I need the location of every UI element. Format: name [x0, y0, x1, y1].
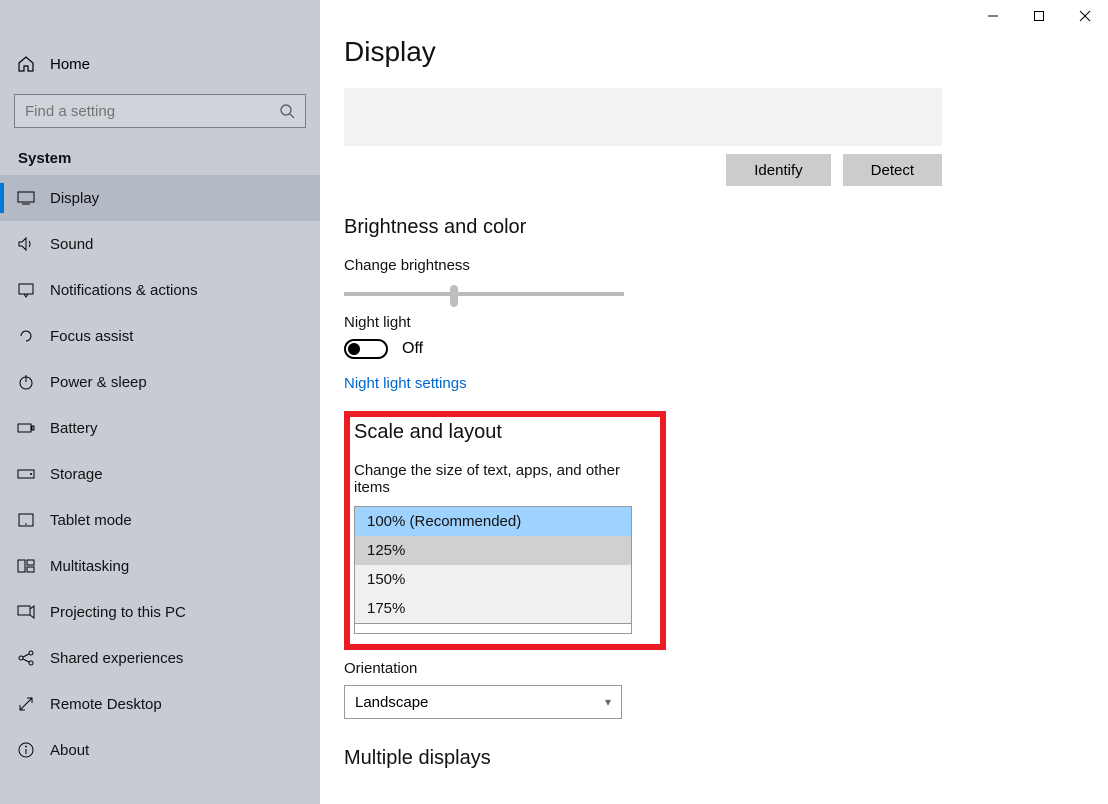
scale-dropdown-field[interactable]: [354, 624, 632, 634]
toggle-knob: [348, 343, 360, 355]
sidebar: Home System Display Sound Notifications …: [0, 0, 320, 804]
sidebar-item-label: Storage: [50, 466, 103, 483]
orientation-select[interactable]: Landscape ▾: [344, 685, 622, 719]
sound-icon: [16, 235, 36, 253]
sidebar-home[interactable]: Home: [0, 44, 320, 84]
sidebar-item-label: Battery: [50, 420, 98, 437]
identify-button[interactable]: Identify: [726, 154, 830, 186]
scale-option-175[interactable]: 175%: [355, 594, 631, 623]
remote-desktop-icon: [16, 695, 36, 713]
chevron-down-icon: ▾: [605, 695, 611, 709]
tablet-icon: [16, 513, 36, 527]
display-icon: [16, 191, 36, 205]
sidebar-item-shared-experiences[interactable]: Shared experiences: [0, 635, 320, 681]
sidebar-item-label: Power & sleep: [50, 374, 147, 391]
sidebar-item-focus-assist[interactable]: Focus assist: [0, 313, 320, 359]
minimize-button[interactable]: [970, 0, 1016, 32]
brightness-label: Change brightness: [344, 257, 1084, 274]
sidebar-item-label: Tablet mode: [50, 512, 132, 529]
scale-section-title: Scale and layout: [354, 421, 654, 444]
sidebar-item-about[interactable]: About: [0, 727, 320, 773]
multitasking-icon: [16, 559, 36, 573]
orientation-label: Orientation: [344, 660, 1084, 677]
notifications-icon: [16, 282, 36, 298]
multiple-displays-section-title: Multiple displays: [344, 747, 1084, 770]
sidebar-item-label: Projecting to this PC: [50, 604, 186, 621]
sidebar-item-multitasking[interactable]: Multitasking: [0, 543, 320, 589]
sidebar-item-remote-desktop[interactable]: Remote Desktop: [0, 681, 320, 727]
home-icon: [16, 55, 36, 73]
sidebar-item-label: Sound: [50, 236, 93, 253]
sidebar-item-label: Display: [50, 190, 99, 207]
sidebar-item-label: Focus assist: [50, 328, 133, 345]
maximize-button[interactable]: [1016, 0, 1062, 32]
brightness-section-title: Brightness and color: [344, 216, 1084, 239]
night-light-settings-link[interactable]: Night light settings: [344, 375, 467, 392]
about-icon: [16, 741, 36, 759]
sidebar-home-label: Home: [50, 56, 90, 73]
sidebar-item-notifications[interactable]: Notifications & actions: [0, 267, 320, 313]
orientation-value: Landscape: [355, 694, 428, 711]
sidebar-item-power-sleep[interactable]: Power & sleep: [0, 359, 320, 405]
scale-option-150[interactable]: 150%: [355, 565, 631, 594]
main-content: Display Identify Detect Brightness and c…: [344, 36, 1084, 804]
storage-icon: [16, 469, 36, 479]
sidebar-item-projecting[interactable]: Projecting to this PC: [0, 589, 320, 635]
sidebar-item-tablet-mode[interactable]: Tablet mode: [0, 497, 320, 543]
sidebar-item-label: Multitasking: [50, 558, 129, 575]
maximize-icon: [1033, 10, 1045, 22]
night-light-toggle[interactable]: [344, 339, 388, 359]
projecting-icon: [16, 605, 36, 619]
detect-button[interactable]: Detect: [843, 154, 942, 186]
sidebar-item-display[interactable]: Display: [0, 175, 320, 221]
scale-layout-highlight: Scale and layout Change the size of text…: [344, 411, 666, 650]
scale-label: Change the size of text, apps, and other…: [354, 462, 654, 496]
scale-option-125[interactable]: 125%: [355, 536, 631, 565]
scale-option-100[interactable]: 100% (Recommended): [355, 507, 631, 536]
focus-assist-icon: [16, 327, 36, 345]
display-arrangement-preview[interactable]: [344, 88, 942, 146]
page-title: Display: [344, 36, 1084, 68]
brightness-slider[interactable]: [344, 292, 624, 296]
sidebar-item-label: Remote Desktop: [50, 696, 162, 713]
power-icon: [16, 373, 36, 391]
shared-icon: [16, 649, 36, 667]
night-light-label: Night light: [344, 314, 1084, 331]
sidebar-item-storage[interactable]: Storage: [0, 451, 320, 497]
sidebar-item-label: Notifications & actions: [50, 282, 198, 299]
search-input[interactable]: [25, 103, 279, 120]
close-button[interactable]: [1062, 0, 1108, 32]
sidebar-item-sound[interactable]: Sound: [0, 221, 320, 267]
minimize-icon: [987, 10, 999, 22]
close-icon: [1079, 10, 1091, 22]
sidebar-item-battery[interactable]: Battery: [0, 405, 320, 451]
brightness-slider-thumb[interactable]: [450, 285, 458, 307]
search-icon: [279, 103, 295, 119]
night-light-state: Off: [402, 340, 423, 358]
battery-icon: [16, 422, 36, 434]
sidebar-category: System: [0, 128, 320, 175]
scale-dropdown-open[interactable]: 100% (Recommended) 125% 150% 175%: [354, 506, 632, 624]
sidebar-search[interactable]: [14, 94, 306, 128]
sidebar-item-label: Shared experiences: [50, 650, 183, 667]
sidebar-item-label: About: [50, 742, 89, 759]
